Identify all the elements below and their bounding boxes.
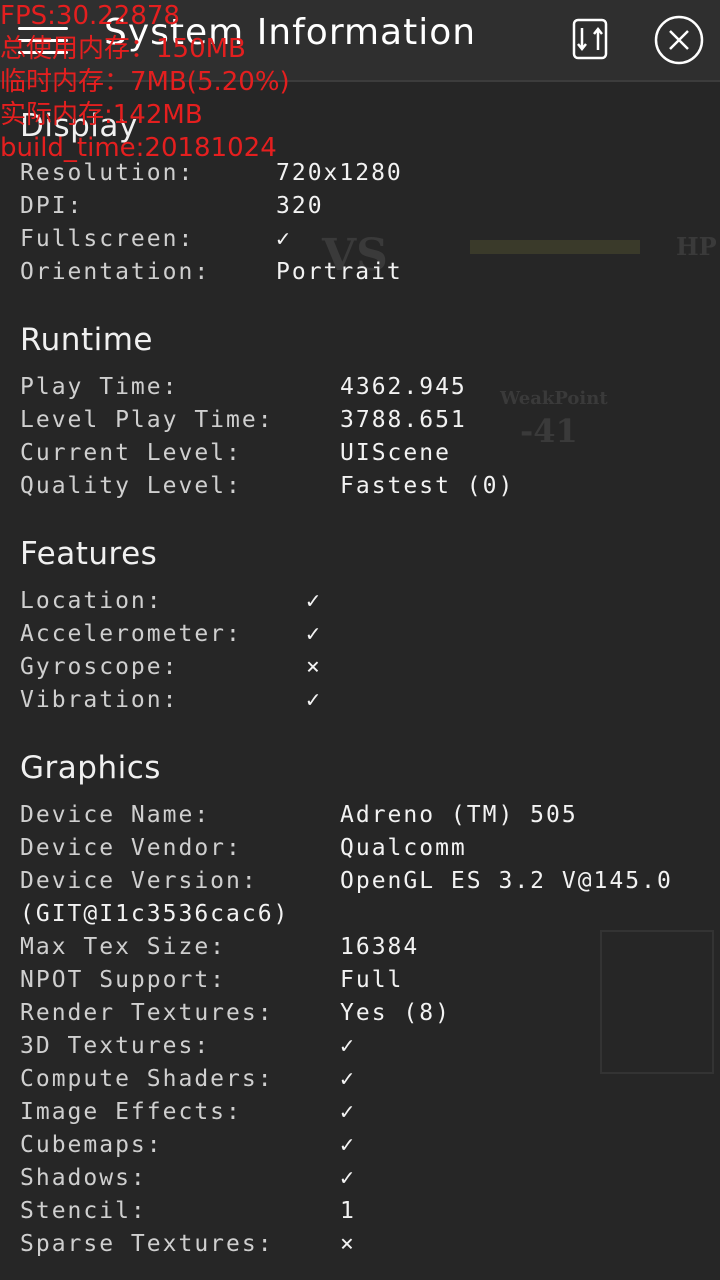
cross-icon: × bbox=[340, 1231, 356, 1257]
hp-text: HP bbox=[676, 232, 717, 261]
info-value: 1 bbox=[340, 1198, 356, 1224]
info-label: Vibration: bbox=[20, 687, 179, 713]
info-row: Stencil: 1 bbox=[20, 1195, 354, 1228]
info-row: NPOT Support: Full bbox=[20, 964, 401, 997]
info-row: Device Vendor: Qualcomm bbox=[20, 832, 465, 865]
info-label: Fullscreen: bbox=[20, 226, 195, 252]
check-icon: ✓ bbox=[340, 1066, 356, 1092]
info-row: Device Version: OpenGL ES 3.2 V@145.0 bbox=[20, 865, 671, 898]
info-value: UIScene bbox=[340, 440, 451, 466]
hp-bar bbox=[470, 240, 640, 254]
info-value: 4362.945 bbox=[340, 374, 467, 400]
rotate-screen-icon bbox=[572, 18, 608, 60]
info-row: DPI: 320 bbox=[20, 190, 322, 223]
section-title-graphics: Graphics bbox=[20, 750, 161, 786]
info-label: Current Level: bbox=[20, 440, 242, 466]
info-value: Yes (8) bbox=[340, 1000, 451, 1026]
info-row: Fullscreen: ✓ bbox=[20, 223, 290, 256]
memory-temp-readout: 临时内存：7MB(5.20%) bbox=[0, 67, 290, 97]
check-icon: ✓ bbox=[306, 687, 322, 713]
info-row: Accelerometer: ✓ bbox=[20, 618, 320, 651]
info-row-continuation: (GIT@I1c3536cac6) bbox=[20, 898, 289, 931]
info-label: Level Play Time: bbox=[20, 407, 274, 433]
info-label: Quality Level: bbox=[20, 473, 242, 499]
info-row: Render Textures: Yes (8) bbox=[20, 997, 449, 1030]
build-time-readout: build_time:20181024 bbox=[0, 133, 277, 163]
info-value: Full bbox=[340, 967, 404, 993]
info-label: NPOT Support: bbox=[20, 967, 227, 993]
check-icon: ✓ bbox=[340, 1033, 356, 1059]
info-value: Qualcomm bbox=[340, 835, 467, 861]
section-title-runtime: Runtime bbox=[20, 322, 153, 358]
check-icon: ✓ bbox=[276, 226, 292, 252]
info-row: Shadows: ✓ bbox=[20, 1162, 354, 1195]
info-value: 320 bbox=[276, 193, 324, 219]
info-label: Device Version: bbox=[20, 868, 258, 894]
check-icon: ✓ bbox=[340, 1099, 356, 1125]
info-label: Device Vendor: bbox=[20, 835, 242, 861]
info-label: Accelerometer: bbox=[20, 621, 242, 647]
weakpoint-text: WeakPoint bbox=[500, 388, 608, 409]
info-row: Location: ✓ bbox=[20, 585, 320, 618]
info-row: Vibration: ✓ bbox=[20, 684, 320, 717]
info-label: Image Effects: bbox=[20, 1099, 242, 1125]
rotate-screen-button[interactable] bbox=[566, 14, 614, 64]
info-row: Current Level: UIScene bbox=[20, 437, 449, 470]
info-row: Level Play Time: 3788.651 bbox=[20, 404, 465, 437]
info-value: OpenGL ES 3.2 V@145.0 bbox=[340, 868, 673, 894]
info-row: Gyroscope: × bbox=[20, 651, 320, 684]
info-value: 3788.651 bbox=[340, 407, 467, 433]
info-row: Compute Shaders: ✓ bbox=[20, 1063, 354, 1096]
check-icon: ✓ bbox=[306, 588, 322, 614]
info-row: Sparse Textures: × bbox=[20, 1228, 354, 1261]
unit-card bbox=[600, 930, 714, 1074]
info-label: Gyroscope: bbox=[20, 654, 179, 680]
check-icon: ✓ bbox=[340, 1132, 356, 1158]
info-value: 16384 bbox=[340, 934, 420, 960]
check-icon: ✓ bbox=[306, 621, 322, 647]
info-label: Orientation: bbox=[20, 259, 211, 285]
damage-text: -41 bbox=[520, 412, 578, 450]
info-label: Render Textures: bbox=[20, 1000, 274, 1026]
info-label: Location: bbox=[20, 588, 163, 614]
fps-readout: FPS:30.22878 bbox=[0, 1, 180, 31]
close-icon bbox=[654, 15, 704, 65]
info-label: Sparse Textures: bbox=[20, 1231, 274, 1257]
info-label: Play Time: bbox=[20, 374, 179, 400]
info-label: Shadows: bbox=[20, 1165, 147, 1191]
info-value: Portrait bbox=[276, 259, 403, 285]
info-value: Adreno (TM) 505 bbox=[340, 802, 578, 828]
cross-icon: × bbox=[306, 654, 322, 680]
info-value: (GIT@I1c3536cac6) bbox=[20, 901, 290, 927]
section-title-features: Features bbox=[20, 536, 158, 572]
info-label: Compute Shaders: bbox=[20, 1066, 274, 1092]
info-row: Device Name: Adreno (TM) 505 bbox=[20, 799, 576, 832]
info-row: Orientation: Portrait bbox=[20, 256, 401, 289]
debug-overlay: FPS:30.22878 总使用内存：150MB 临时内存：7MB(5.20%)… bbox=[0, 0, 290, 165]
info-row: Max Tex Size: 16384 bbox=[20, 931, 417, 964]
info-row: Image Effects: ✓ bbox=[20, 1096, 354, 1129]
info-row: Quality Level: Fastest (0) bbox=[20, 470, 512, 503]
info-label: Cubemaps: bbox=[20, 1132, 163, 1158]
info-label: 3D Textures: bbox=[20, 1033, 211, 1059]
info-label: Device Name: bbox=[20, 802, 211, 828]
memory-used-readout: 总使用内存：150MB bbox=[0, 34, 246, 64]
info-value: Fastest (0) bbox=[340, 473, 515, 499]
memory-actual-readout: 实际内存:142MB bbox=[0, 100, 203, 130]
info-value: 720x1280 bbox=[276, 160, 403, 186]
info-row: Cubemaps: ✓ bbox=[20, 1129, 354, 1162]
check-icon: ✓ bbox=[340, 1165, 356, 1191]
info-row: 3D Textures: ✓ bbox=[20, 1030, 354, 1063]
close-button[interactable] bbox=[654, 15, 704, 65]
info-row: Play Time: 4362.945 bbox=[20, 371, 465, 404]
info-label: Max Tex Size: bbox=[20, 934, 227, 960]
info-label: DPI: bbox=[20, 193, 84, 219]
info-label: Stencil: bbox=[20, 1198, 147, 1224]
